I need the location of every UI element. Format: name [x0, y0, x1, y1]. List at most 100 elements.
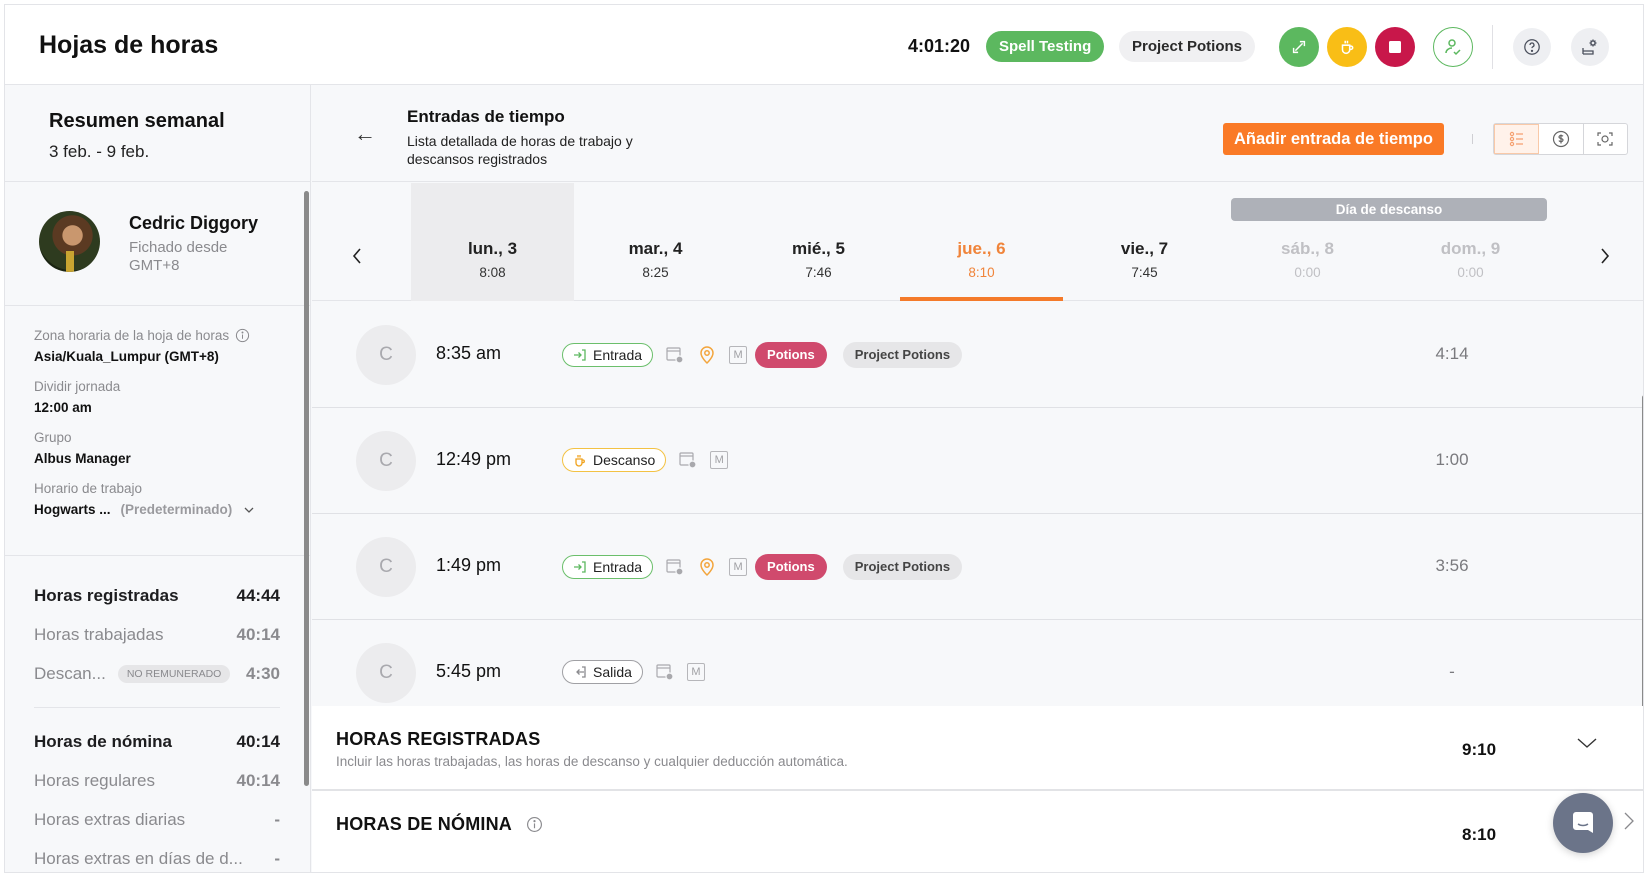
screenshot-view-button[interactable] — [1584, 124, 1627, 154]
current-activity-pill[interactable]: Spell Testing — [986, 31, 1105, 62]
work-schedule-value: Hogwarts ... — [34, 502, 111, 517]
previous-week-button[interactable] — [350, 245, 364, 273]
weekly-summary-sidebar: Resumen semanal 3 feb. - 9 feb. Cedric D… — [5, 85, 311, 872]
time-entry-row[interactable]: C 1:49 pm Entrada M Potions Project Poti… — [312, 514, 1643, 620]
clock-in-icon — [574, 561, 586, 573]
group-value: Albus Manager — [34, 451, 131, 466]
payroll-hours-summary[interactable]: HORAS DE NÓMINA 8:10 — [312, 791, 1643, 872]
day-hours: 8:10 — [968, 265, 995, 280]
regular-hours-row: Horas regulares 40:14 — [34, 761, 280, 800]
group-label: Grupo — [34, 430, 72, 445]
stat-label: Horas regulares — [34, 770, 155, 790]
chevron-down-icon — [244, 507, 254, 513]
entry-type: Descanso — [593, 452, 656, 468]
profile-subtitle: Fichado desde GMT+8 — [129, 239, 228, 274]
location-pin-icon[interactable] — [697, 557, 717, 577]
stop-timer-button[interactable] — [1375, 27, 1415, 67]
day-tab-mon[interactable]: lun., 3 8:08 — [411, 183, 574, 301]
week-title: Resumen semanal — [49, 110, 225, 132]
summary-title: HORAS REGISTRADAS — [336, 729, 541, 749]
running-timer: 4:01:20 — [908, 36, 971, 56]
summary-value: 9:10 — [1462, 740, 1497, 759]
expand-button[interactable] — [1576, 736, 1598, 755]
location-pin-icon[interactable] — [697, 345, 717, 365]
sidebar-scrollbar[interactable] — [304, 191, 309, 786]
entry-tags: Entrada M Potions Project Potions — [562, 554, 963, 580]
day-tab-wed[interactable]: mié., 5 7:46 — [737, 183, 900, 301]
collapse-panel-button[interactable] — [1623, 811, 1635, 836]
stat-label: Horas registradas — [34, 585, 179, 605]
list-icon — [1509, 131, 1523, 147]
stat-value: - — [274, 809, 280, 829]
next-week-button[interactable] — [1598, 245, 1612, 273]
who-is-working-button[interactable] — [1433, 27, 1473, 67]
manual-entry-icon: M — [710, 451, 729, 469]
coffee-icon — [1341, 40, 1354, 55]
dollar-icon — [1552, 130, 1570, 148]
back-arrow-icon[interactable]: ← — [354, 121, 376, 147]
stat-label: Horas de nómina — [34, 731, 172, 751]
chat-support-button[interactable] — [1553, 793, 1613, 853]
worked-hours-row: Horas trabajadas 40:14 — [34, 615, 280, 654]
recorded-hours-summary[interactable]: HORAS REGISTRADAS Incluir las horas trab… — [312, 706, 1643, 791]
day-tab-tue[interactable]: mar., 4 8:25 — [574, 183, 737, 301]
entry-tags: Entrada M Potions Project Potions — [562, 342, 963, 368]
stat-label: Horas trabajadas — [34, 624, 164, 644]
current-project-pill[interactable]: Project Potions — [1119, 31, 1256, 62]
timesheet-settings-button[interactable] — [1571, 28, 1609, 66]
entry-duration: 1:00 — [1435, 450, 1469, 469]
chevron-left-icon — [352, 248, 361, 264]
payroll-hours-row: Horas de nómina 40:14 — [34, 722, 280, 761]
project-pill: Project Potions — [842, 554, 963, 580]
list-view-button[interactable] — [1494, 124, 1540, 154]
info-icon[interactable] — [526, 816, 543, 833]
split-day-value: 12:00 am — [34, 400, 92, 415]
work-schedule-dropdown[interactable]: Hogwarts ... (Predeterminado) — [34, 502, 311, 517]
time-entry-row[interactable]: C 12:49 pm Descanso M 1:00 — [312, 408, 1643, 514]
info-icon[interactable] — [235, 328, 250, 343]
work-schedule-label: Horario de trabajo — [34, 481, 143, 496]
day-label: dom., 9 — [1440, 239, 1501, 258]
hours-stats: Horas registradas 44:44 Horas trabajadas… — [5, 556, 280, 872]
break-pill: Descanso — [562, 448, 667, 472]
divider — [1492, 25, 1493, 69]
day-tab-sun[interactable]: dom., 9 0:00 — [1389, 183, 1552, 301]
summary-description: Incluir las horas trabajadas, las horas … — [336, 754, 848, 769]
manual-entry-icon: M — [686, 663, 705, 681]
time-entries-list: C 8:35 am Entrada M Potions Project Poti… — [312, 302, 1643, 726]
stop-icon — [1389, 41, 1401, 53]
day-tab-thu[interactable]: jue., 6 8:10 — [900, 183, 1063, 301]
entry-type: Salida — [593, 664, 632, 680]
entry-time: 5:45 pm — [436, 661, 502, 681]
help-button[interactable] — [1513, 28, 1551, 66]
entry-avatar: C — [356, 325, 416, 385]
breaks-row: Descan... NO REMUNERADO 4:30 — [34, 654, 280, 693]
entry-duration: - — [1449, 662, 1455, 681]
entry-avatar: C — [356, 431, 416, 491]
day-tab-sat[interactable]: sáb., 8 0:00 — [1226, 183, 1389, 301]
day-tab-fri[interactable]: vie., 7 7:45 — [1063, 183, 1226, 301]
switch-activity-button[interactable] — [1279, 27, 1319, 67]
day-label: mar., 4 — [628, 239, 683, 258]
split-day-label: Dividir jornada — [34, 379, 121, 394]
stat-label: Horas extras diarias — [34, 809, 186, 829]
stat-label: Horas extras en días de d... — [34, 848, 243, 868]
sidebar-scroll-area: Cedric Diggory Fichado desde GMT+8 Zona … — [5, 183, 311, 872]
info-label: Zona horaria de la hoja de horas — [34, 328, 311, 343]
entry-type: Entrada — [593, 559, 643, 575]
summary-title: HORAS DE NÓMINA — [336, 814, 543, 835]
chat-icon — [1573, 812, 1593, 833]
pay-view-button[interactable] — [1539, 124, 1584, 154]
entry-tags: Descanso M — [562, 448, 729, 472]
entry-duration: 3:56 — [1435, 556, 1469, 575]
timesheet-info: Zona horaria de la hoja de horas Asia/Ku… — [5, 306, 311, 556]
add-time-entry-button[interactable]: Añadir entrada de tiempo — [1223, 123, 1444, 155]
web-device-icon — [678, 450, 698, 470]
entry-avatar: C — [356, 537, 416, 597]
entry-time: 8:35 am — [436, 343, 502, 363]
web-device-icon — [655, 662, 675, 682]
stat-value: 40:14 — [236, 624, 280, 644]
take-break-button[interactable] — [1327, 27, 1367, 67]
day-hours: 8:25 — [642, 265, 669, 280]
time-entry-row[interactable]: C 8:35 am Entrada M Potions Project Poti… — [312, 302, 1643, 408]
